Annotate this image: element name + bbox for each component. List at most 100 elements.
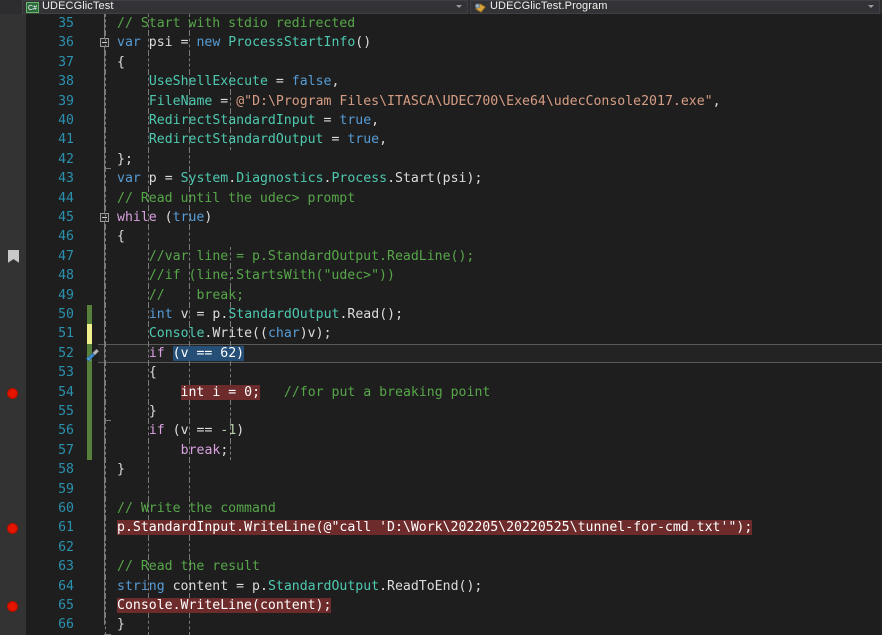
code-text[interactable]: string content = p.StandardOutput.ReadTo… (117, 577, 482, 596)
breakpoint-glyph[interactable] (0, 518, 26, 537)
code-line[interactable]: 40 RedirectStandardInput = true, (26, 111, 882, 131)
change-indicator-bar (87, 421, 92, 441)
code-text[interactable]: var p = System.Diagnostics.Process.Start… (117, 169, 482, 188)
code-text[interactable]: } (117, 460, 125, 479)
code-text[interactable]: RedirectStandardOutput = true, (117, 130, 387, 149)
code-line[interactable]: 37 { (26, 52, 882, 73)
indicator-margin[interactable] (0, 14, 26, 635)
code-text[interactable]: while (true) (117, 208, 212, 227)
code-text[interactable]: { (117, 53, 125, 72)
code-text[interactable]: var psi = new ProcessStartInfo() (117, 33, 371, 52)
code-line[interactable]: 58} (26, 460, 882, 480)
code-text[interactable]: // break; (117, 286, 244, 305)
code-text[interactable]: //if (line.StartsWith("udec>")) (117, 266, 395, 285)
breakpoint-dot-icon[interactable] (7, 601, 18, 612)
indent-guide (105, 305, 106, 325)
code-text[interactable]: if (v == -1) (117, 421, 244, 440)
code-text[interactable]: }; (117, 150, 133, 169)
code-line[interactable]: 56 if (v == -1) (26, 421, 882, 441)
line-number: 61 (58, 520, 74, 536)
code-line[interactable]: 36 var psi = new ProcessStartInfo() (26, 33, 882, 53)
code-text[interactable]: UseShellExecute = false, (117, 72, 340, 91)
code-line[interactable]: 42}; (26, 149, 882, 170)
code-line[interactable]: 62 (26, 537, 882, 558)
change-indicator-bar (87, 402, 92, 422)
breakpoint-dot-icon[interactable] (7, 387, 18, 399)
indent-guide (189, 227, 190, 247)
member-dropdown[interactable]: UDECGlicTest.Program (470, 0, 880, 14)
code-text[interactable]: } (117, 402, 157, 421)
project-dropdown[interactable]: C# UDECGlicTest (22, 0, 468, 14)
indent-guide (105, 557, 106, 577)
code-line[interactable]: 54 int i = 0; //for put a breaking point (26, 382, 882, 402)
code-text[interactable]: { (117, 227, 125, 246)
code-text[interactable]: } (117, 615, 125, 634)
code-line[interactable]: 43 var p = System.Diagnostics.Process.Sta… (26, 169, 882, 189)
breakpoint-dot-icon[interactable] (7, 523, 18, 535)
code-line[interactable]: 61 p.StandardInput.WriteLine(@"call 'D:\W… (26, 518, 882, 538)
code-line[interactable]: 45 while (true) (26, 208, 882, 228)
code-line[interactable]: 48 //if (line.StartsWith("udec>")) (26, 266, 882, 286)
code-line[interactable]: 35 // Start with stdio redirected (26, 14, 882, 34)
line-number: 65 (58, 598, 74, 613)
indent-guide (105, 363, 106, 383)
code-line[interactable]: 53 { (26, 363, 882, 383)
change-indicator-bar (87, 363, 92, 383)
bookmark-glyph[interactable] (0, 247, 26, 266)
project-dropdown-label: UDECGlicTest (42, 0, 114, 12)
code-editor[interactable]: 35 // Start with stdio redirected 36 var ps… (0, 14, 882, 635)
breakpoint-glyph[interactable] (0, 596, 26, 615)
code-text[interactable]: if (v == 62) (117, 344, 245, 363)
code-text[interactable]: // Write the command (117, 499, 276, 518)
indent-guide (105, 72, 106, 92)
breakpoint-glyph[interactable] (0, 383, 26, 402)
code-text[interactable]: // Start with stdio redirected (117, 14, 355, 33)
code-line[interactable]: 66} (26, 615, 882, 635)
code-text[interactable]: Console.Write((char)v); (117, 324, 332, 343)
code-line[interactable]: 65 Console.WriteLine(content); (26, 596, 882, 616)
screwdriver-icon[interactable] (84, 347, 100, 362)
code-line[interactable]: 59 (26, 479, 882, 499)
indent-guide (105, 266, 106, 286)
code-text[interactable]: //var line = p.StandardOutput.ReadLine()… (117, 247, 475, 266)
chevron-down-icon[interactable] (456, 5, 462, 8)
code-line[interactable]: 47 //var line = p.StandardOutput.ReadLin… (26, 246, 882, 267)
code-text[interactable]: int i = 0; //for put a breaking point (117, 383, 490, 402)
code-line[interactable]: 63 // Read the result (26, 557, 882, 577)
indent-guide (230, 440, 231, 461)
code-text[interactable]: // Read the result (117, 557, 260, 576)
indent-guide (148, 52, 149, 73)
code-line[interactable]: 49 // break; (26, 285, 882, 305)
code-line[interactable]: 64 string content = p.StandardOutput.Read… (26, 576, 882, 596)
code-text[interactable]: int v = p.StandardOutput.Read(); (117, 305, 403, 324)
code-line[interactable]: 38 UseShellExecute = false, (26, 72, 882, 92)
line-number: 42 (58, 151, 74, 167)
code-text[interactable]: RedirectStandardInput = true, (117, 111, 379, 130)
line-number: 56 (58, 423, 74, 439)
indent-guide (105, 14, 106, 34)
code-line[interactable]: 46 { (26, 227, 882, 247)
code-line[interactable]: 52 if (v == 62) (26, 343, 882, 364)
code-line[interactable]: 51 Console.Write((char)v); (26, 324, 882, 344)
code-text[interactable]: break; (117, 441, 229, 460)
line-number: 66 (58, 617, 74, 633)
code-line[interactable]: 50 int v = p.StandardOutput.Read(); (26, 305, 882, 325)
code-text[interactable]: p.StandardInput.WriteLine(@"call 'D:\Wor… (117, 518, 753, 537)
code-text[interactable]: // Read until the udec> prompt (117, 189, 355, 208)
code-text[interactable]: { (117, 363, 157, 382)
code-text[interactable]: FileName = @"D:\Program Files\ITASCA\UDE… (117, 92, 721, 111)
code-line[interactable]: 44 // Read until the udec> prompt (26, 188, 882, 208)
line-number: 46 (58, 229, 74, 245)
editor-text-area[interactable]: 35 // Start with stdio redirected 36 var ps… (26, 14, 882, 635)
code-line[interactable]: 39 FileName = @"D:\Program Files\ITASCA\… (26, 91, 882, 111)
bookmark-icon[interactable] (8, 249, 19, 263)
code-line[interactable]: 41 RedirectStandardOutput = true, (26, 130, 882, 150)
line-number: 41 (58, 132, 74, 148)
line-number: 44 (58, 190, 74, 206)
code-line[interactable]: 55 } (26, 402, 882, 422)
indent-guide (189, 479, 190, 499)
code-line[interactable]: 57 break; (26, 440, 882, 461)
code-text[interactable]: Console.WriteLine(content); (117, 596, 332, 615)
code-line[interactable]: 60 // Write the command (26, 499, 882, 519)
chevron-down-icon[interactable] (868, 5, 874, 8)
